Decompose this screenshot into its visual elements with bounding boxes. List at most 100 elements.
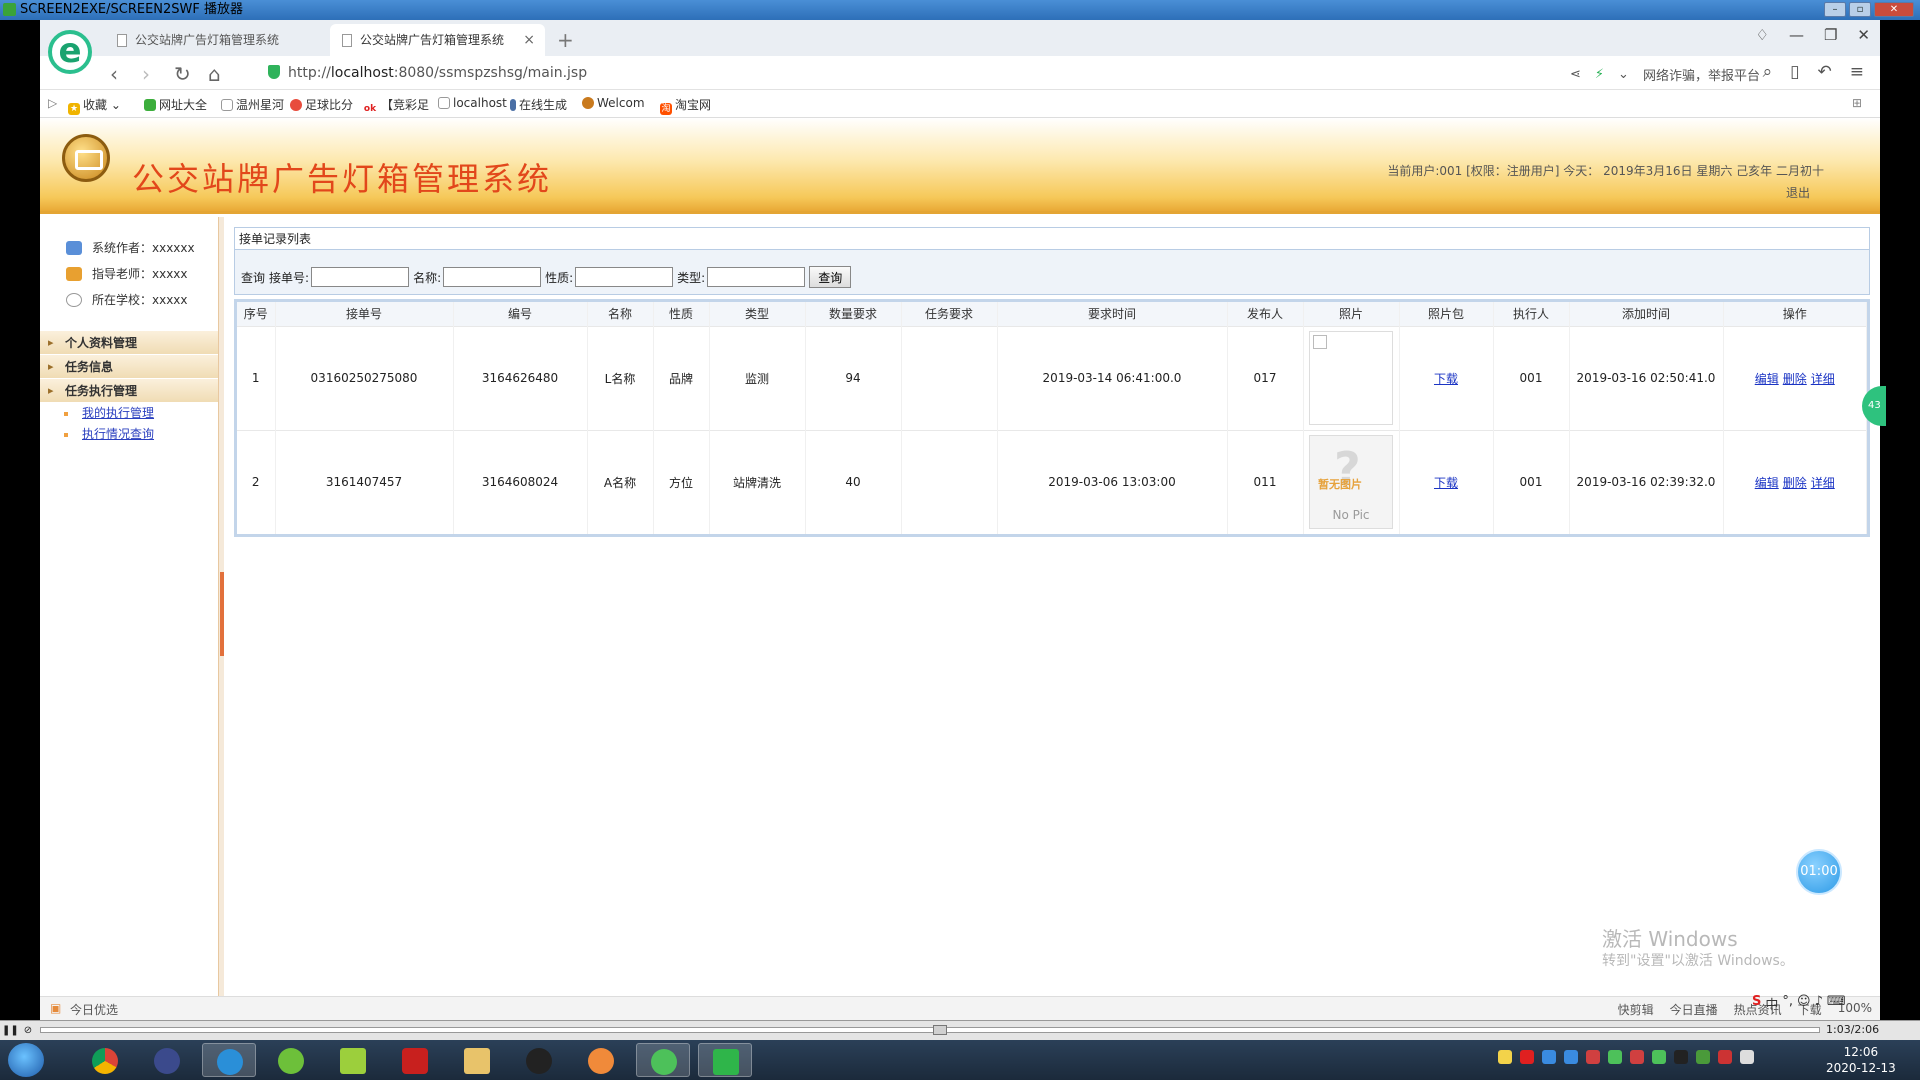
type-input[interactable]: [707, 267, 806, 287]
sidebar-item-personal[interactable]: 个人资料管理: [40, 331, 218, 355]
tray-icon[interactable]: [1542, 1050, 1556, 1064]
col-photo-pkg: 照片包: [1399, 302, 1494, 326]
start-button[interactable]: [8, 1043, 44, 1077]
tray-icon[interactable]: [1520, 1050, 1534, 1064]
app-taskbar-icon[interactable]: [140, 1043, 194, 1077]
menu-icon[interactable]: ≡: [1850, 62, 1864, 82]
ime-mode[interactable]: 中: [1765, 994, 1778, 1013]
download-link[interactable]: 下载: [1434, 476, 1458, 490]
emoji-icon[interactable]: ☺: [1797, 994, 1811, 1013]
restore-icon[interactable]: ❐: [1824, 26, 1837, 44]
close-icon[interactable]: ✕: [1857, 26, 1870, 44]
bookmark-label: 温州星河: [236, 98, 285, 112]
tray-icon[interactable]: [1564, 1050, 1578, 1064]
browser-tab-1[interactable]: 公交站牌广告灯箱管理系统: [105, 24, 320, 56]
volume-icon[interactable]: [1718, 1050, 1732, 1064]
tray-icon[interactable]: [1630, 1050, 1644, 1064]
delete-link[interactable]: 删除: [1783, 372, 1807, 386]
minimize-icon[interactable]: –: [1824, 2, 1846, 17]
sogou-icon[interactable]: S: [1752, 994, 1761, 1013]
browser-taskbar-icon[interactable]: [202, 1043, 256, 1077]
network-icon[interactable]: [1740, 1050, 1754, 1064]
status-item-clip[interactable]: 快剪辑: [1618, 1001, 1654, 1018]
tray-icon[interactable]: [1652, 1050, 1666, 1064]
bookmark-lottery[interactable]: ok 【竞彩足: [362, 96, 429, 115]
sidebar-item-task-info[interactable]: 任务信息: [40, 355, 218, 379]
name-input[interactable]: [443, 267, 542, 287]
undo-icon[interactable]: ↶: [1818, 62, 1832, 82]
search-icon[interactable]: ⌕: [1763, 62, 1773, 82]
sidebar-item-task-exec[interactable]: 任务执行管理: [40, 379, 218, 403]
close-icon[interactable]: ✕: [1874, 2, 1914, 17]
edit-link[interactable]: 编辑: [1755, 476, 1779, 490]
audio-taskbar-icon[interactable]: [574, 1043, 628, 1077]
no-pic-image[interactable]: ? 暂无图片 No Pic: [1309, 435, 1393, 530]
apps-grid-icon[interactable]: ⊞: [1852, 96, 1862, 110]
download-link[interactable]: 下载: [1434, 372, 1458, 386]
tray-icon[interactable]: [1586, 1050, 1600, 1064]
report-link[interactable]: 网络诈骗，举报平台: [1643, 65, 1760, 84]
reload-icon[interactable]: ↻: [174, 62, 191, 86]
stop-icon[interactable]: ⊘: [20, 1023, 36, 1038]
search-button[interactable]: 查询: [809, 266, 852, 288]
maximize-icon[interactable]: ▫: [1849, 2, 1871, 17]
progress-thumb[interactable]: [933, 1025, 947, 1035]
logout-link[interactable]: 退出: [1387, 182, 1824, 204]
mic-icon[interactable]: ♪: [1815, 994, 1823, 1013]
flash-taskbar-icon[interactable]: [388, 1043, 442, 1077]
my-exec-link[interactable]: 我的执行管理: [82, 406, 154, 420]
bookmark-icon[interactable]: ▯: [1790, 62, 1799, 82]
chevron-down-icon[interactable]: ⌄: [1618, 67, 1629, 82]
bookmark-nav[interactable]: 网址大全: [144, 96, 207, 113]
bookmark-favorites[interactable]: ★ 收藏 ⌄: [68, 96, 121, 115]
detail-link[interactable]: 详细: [1811, 476, 1835, 490]
minimize-icon[interactable]: —: [1789, 26, 1804, 44]
share-icon[interactable]: ⋖: [1570, 67, 1581, 82]
order-no-input[interactable]: [311, 267, 410, 287]
tray-icon[interactable]: [1498, 1050, 1512, 1064]
bookmark-wenzhou[interactable]: 温州星河: [221, 96, 284, 113]
broken-image-icon[interactable]: [1309, 331, 1393, 425]
tray-icon[interactable]: [1696, 1050, 1710, 1064]
keyboard-icon[interactable]: ⌨: [1827, 994, 1846, 1013]
floating-timer[interactable]: 01:00: [1796, 849, 1842, 895]
detail-link[interactable]: 详细: [1811, 372, 1835, 386]
player-window-controls: – ▫ ✕: [1824, 2, 1914, 17]
bookmark-football[interactable]: 足球比分: [290, 96, 353, 113]
player-taskbar-icon[interactable]: [698, 1043, 752, 1077]
bookmark-taobao[interactable]: 淘淘宝网: [660, 96, 711, 115]
taskbar-clock[interactable]: 12:06 2020-12-13: [1826, 1044, 1896, 1076]
status-left[interactable]: 今日优选: [70, 1001, 118, 1018]
progress-track[interactable]: [40, 1025, 1820, 1035]
bookmark-localhost[interactable]: localhost: [438, 96, 507, 110]
skin-icon[interactable]: ♢: [1756, 26, 1769, 44]
home-icon[interactable]: ⌂: [208, 62, 221, 86]
sidebar-splitter[interactable]: [218, 217, 224, 1017]
new-tab-button[interactable]: +: [557, 24, 574, 56]
cell-nature: 方位: [653, 429, 710, 534]
browser-tab-2[interactable]: 公交站牌广告灯箱管理系统 ×: [330, 24, 545, 56]
edit-link[interactable]: 编辑: [1755, 372, 1779, 386]
notepad-taskbar-icon[interactable]: [326, 1043, 380, 1077]
qq-taskbar-icon[interactable]: [512, 1043, 566, 1077]
delete-link[interactable]: 删除: [1783, 476, 1807, 490]
nature-input[interactable]: [575, 267, 674, 287]
pause-icon[interactable]: ❚❚: [2, 1023, 19, 1038]
exec-query-link[interactable]: 执行情况查询: [82, 427, 154, 441]
punctuation-icon[interactable]: °,: [1782, 994, 1793, 1013]
folder-taskbar-icon[interactable]: [450, 1043, 504, 1077]
leaf-taskbar-icon[interactable]: [264, 1043, 318, 1077]
bookmark-generate[interactable]: 在线生成: [510, 96, 567, 113]
sidebar-toggle-icon[interactable]: ▷: [48, 96, 57, 110]
chrome-taskbar-icon[interactable]: [78, 1043, 132, 1077]
forward-icon[interactable]: ›: [142, 62, 150, 86]
lightning-icon[interactable]: ⚡: [1595, 67, 1604, 82]
url-input[interactable]: http://localhost:8080/ssmspzshsg/main.js…: [288, 65, 587, 81]
bookmark-welcome[interactable]: Welcom: [582, 96, 645, 110]
status-item-live[interactable]: 今日直播: [1670, 1001, 1718, 1018]
tray-icon[interactable]: [1608, 1050, 1622, 1064]
tray-icon[interactable]: [1674, 1050, 1688, 1064]
wechat-taskbar-icon[interactable]: [636, 1043, 690, 1077]
tab-close-icon[interactable]: ×: [523, 24, 535, 56]
back-icon[interactable]: ‹: [110, 62, 118, 86]
